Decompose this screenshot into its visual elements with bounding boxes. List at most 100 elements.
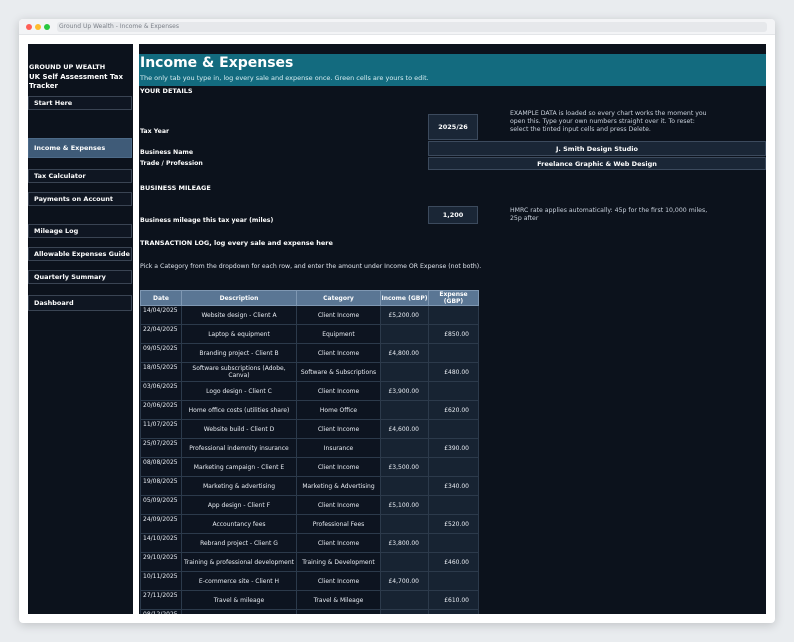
description-cell[interactable]: App design - Client F bbox=[181, 495, 297, 515]
close-window-button[interactable] bbox=[26, 24, 32, 30]
sidebar-item-mileage-log[interactable]: Mileage Log bbox=[28, 224, 132, 238]
trade-input[interactable]: Freelance Graphic & Web Design bbox=[428, 157, 766, 170]
category-cell[interactable]: Training & Development bbox=[296, 552, 381, 572]
date-cell[interactable]: 24/09/2025 bbox=[140, 514, 182, 534]
category-cell[interactable]: Client Income bbox=[296, 533, 381, 553]
income-cell[interactable] bbox=[380, 590, 429, 610]
income-cell[interactable]: £4,700.00 bbox=[380, 571, 429, 591]
description-cell[interactable]: Logo design - Client C bbox=[181, 381, 297, 401]
category-cell[interactable]: Client Income bbox=[296, 457, 381, 477]
income-cell[interactable] bbox=[380, 400, 429, 420]
tax-year-input[interactable]: 2025/26 bbox=[428, 114, 478, 140]
date-cell[interactable]: 11/07/2025 bbox=[140, 419, 182, 439]
income-cell[interactable]: £4,600.00 bbox=[380, 419, 429, 439]
expense-cell[interactable] bbox=[428, 571, 479, 591]
sidebar-item-allowable-expenses-guide[interactable]: Allowable Expenses Guide bbox=[28, 247, 132, 261]
sidebar-item-tax-calculator[interactable]: Tax Calculator bbox=[28, 169, 132, 183]
income-cell[interactable] bbox=[380, 438, 429, 458]
expense-cell[interactable] bbox=[428, 495, 479, 515]
income-cell[interactable] bbox=[380, 362, 429, 382]
description-cell[interactable]: Website design - Client A bbox=[181, 305, 297, 325]
expense-cell[interactable]: £340.00 bbox=[428, 476, 479, 496]
date-cell[interactable]: 03/06/2025 bbox=[140, 381, 182, 401]
date-cell[interactable]: 09/05/2025 bbox=[140, 343, 182, 363]
expense-cell[interactable]: £480.00 bbox=[428, 362, 479, 382]
income-cell[interactable]: £5,100.00 bbox=[380, 495, 429, 515]
minimize-window-button[interactable] bbox=[35, 24, 41, 30]
description-cell[interactable]: Travel & mileage bbox=[181, 590, 297, 610]
category-cell[interactable]: Client Income bbox=[296, 495, 381, 515]
expense-cell[interactable]: £620.00 bbox=[428, 400, 479, 420]
category-cell[interactable]: Client Income bbox=[296, 419, 381, 439]
expense-cell[interactable]: £520.00 bbox=[428, 514, 479, 534]
date-cell[interactable]: 08/12/2025 bbox=[140, 609, 182, 614]
income-cell[interactable]: £3,500.00 bbox=[380, 457, 429, 477]
category-cell[interactable]: Client Income bbox=[296, 305, 381, 325]
sidebar-item-payments-on-account[interactable]: Payments on Account bbox=[28, 192, 132, 206]
description-cell[interactable]: Professional indemnity insurance bbox=[181, 438, 297, 458]
description-cell[interactable]: Marketing campaign - Client E bbox=[181, 457, 297, 477]
mileage-input[interactable]: 1,200 bbox=[428, 206, 478, 224]
sidebar-item-quarterly-summary[interactable]: Quarterly Summary bbox=[28, 270, 132, 284]
income-cell[interactable] bbox=[380, 476, 429, 496]
category-cell[interactable]: Client Income bbox=[296, 571, 381, 591]
date-cell[interactable]: 10/11/2025 bbox=[140, 571, 182, 591]
description-cell[interactable]: Marketing & advertising bbox=[181, 476, 297, 496]
description-cell[interactable]: Training & professional development bbox=[181, 552, 297, 572]
maximize-window-button[interactable] bbox=[44, 24, 50, 30]
date-cell[interactable]: 22/04/2025 bbox=[140, 324, 182, 344]
description-cell[interactable]: Rebrand project - Client G bbox=[181, 533, 297, 553]
description-cell[interactable]: Accountancy fees bbox=[181, 514, 297, 534]
date-cell[interactable]: 14/04/2025 bbox=[140, 305, 182, 325]
description-cell[interactable]: Home office costs (utilities share) bbox=[181, 400, 297, 420]
category-cell[interactable]: Travel & Mileage bbox=[296, 590, 381, 610]
category-cell[interactable]: Professional Fees bbox=[296, 514, 381, 534]
income-cell[interactable]: £4,800.00 bbox=[380, 343, 429, 363]
category-cell[interactable]: Home Office bbox=[296, 400, 381, 420]
date-cell[interactable]: 08/08/2025 bbox=[140, 457, 182, 477]
income-cell[interactable] bbox=[380, 552, 429, 572]
description-cell[interactable]: Software subscriptions (Adobe, Canva) bbox=[181, 362, 297, 382]
business-name-input[interactable]: J. Smith Design Studio bbox=[428, 141, 766, 156]
expense-cell[interactable] bbox=[428, 305, 479, 325]
category-cell[interactable]: Equipment bbox=[296, 324, 381, 344]
date-cell[interactable]: 14/10/2025 bbox=[140, 533, 182, 553]
income-cell[interactable]: £5,200.00 bbox=[380, 305, 429, 325]
description-cell[interactable]: E-commerce site - Client H bbox=[181, 571, 297, 591]
expense-cell[interactable]: £610.00 bbox=[428, 590, 479, 610]
description-cell[interactable]: Branding project - Client B bbox=[181, 343, 297, 363]
sidebar-item-income-expenses[interactable]: Income & Expenses bbox=[28, 138, 132, 158]
sidebar-item-dashboard[interactable]: Dashboard bbox=[28, 295, 132, 311]
expense-cell[interactable]: £390.00 bbox=[428, 438, 479, 458]
category-cell[interactable]: Marketing & Advertising bbox=[296, 476, 381, 496]
income-cell[interactable] bbox=[380, 324, 429, 344]
expense-cell[interactable] bbox=[428, 609, 479, 614]
description-cell[interactable]: Laptop & equipment bbox=[181, 324, 297, 344]
expense-cell[interactable]: £460.00 bbox=[428, 552, 479, 572]
date-cell[interactable]: 27/11/2025 bbox=[140, 590, 182, 610]
expense-cell[interactable] bbox=[428, 419, 479, 439]
date-cell[interactable]: 19/08/2025 bbox=[140, 476, 182, 496]
date-cell[interactable]: 05/09/2025 bbox=[140, 495, 182, 515]
income-cell[interactable] bbox=[380, 514, 429, 534]
income-cell[interactable]: £3,900.00 bbox=[380, 381, 429, 401]
expense-cell[interactable] bbox=[428, 533, 479, 553]
expense-cell[interactable] bbox=[428, 381, 479, 401]
sidebar-item-start-here[interactable]: Start Here bbox=[28, 96, 132, 110]
date-cell[interactable]: 25/07/2025 bbox=[140, 438, 182, 458]
expense-cell[interactable]: £850.00 bbox=[428, 324, 479, 344]
income-cell[interactable]: £6,400.00 bbox=[380, 609, 429, 614]
expense-cell[interactable] bbox=[428, 457, 479, 477]
category-cell[interactable]: Client Income bbox=[296, 343, 381, 363]
date-cell[interactable]: 18/05/2025 bbox=[140, 362, 182, 382]
date-cell[interactable]: 29/10/2025 bbox=[140, 552, 182, 572]
income-cell[interactable]: £3,800.00 bbox=[380, 533, 429, 553]
category-cell[interactable]: Insurance bbox=[296, 438, 381, 458]
description-cell[interactable]: Christmas campaign design - Client I bbox=[181, 609, 297, 614]
category-cell[interactable]: Software & Subscriptions bbox=[296, 362, 381, 382]
category-cell[interactable]: Client Income bbox=[296, 609, 381, 614]
category-cell[interactable]: Client Income bbox=[296, 381, 381, 401]
date-cell[interactable]: 20/06/2025 bbox=[140, 400, 182, 420]
expense-cell[interactable] bbox=[428, 343, 479, 363]
description-cell[interactable]: Website build - Client D bbox=[181, 419, 297, 439]
